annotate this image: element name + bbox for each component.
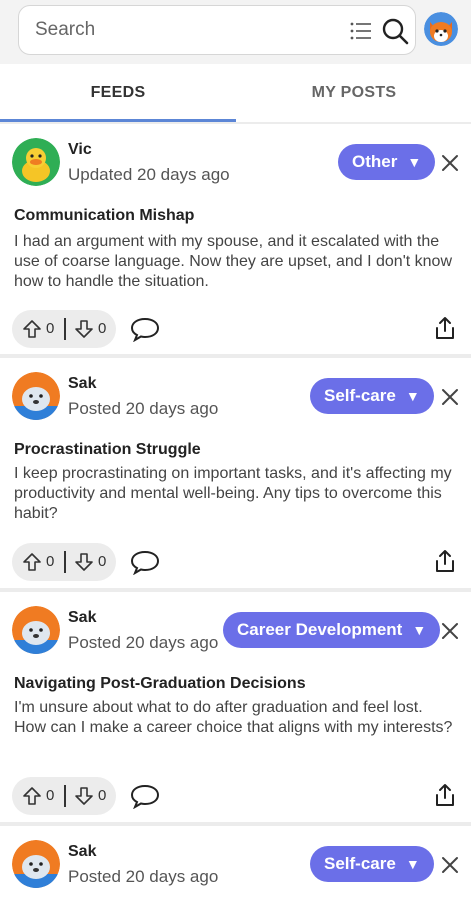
upvote-count: 0 — [46, 787, 55, 804]
upvote-arrow-icon[interactable] — [22, 552, 42, 572]
post-timestamp: Updated 20 days ago — [68, 165, 230, 184]
comment-icon[interactable] — [130, 549, 160, 575]
caret-down-icon: ▼ — [405, 388, 420, 404]
close-icon[interactable] — [440, 153, 460, 173]
downvote-count: 0 — [98, 553, 107, 570]
search-icon[interactable] — [381, 17, 409, 45]
post-title: Navigating Post-Graduation Decisions — [14, 675, 306, 692]
vote-divider — [64, 551, 66, 573]
post-author: Sak — [68, 375, 97, 392]
search-bar[interactable]: Search — [18, 5, 416, 55]
post-timestamp: Posted 20 days ago — [68, 399, 219, 418]
share-icon[interactable] — [434, 783, 456, 807]
comment-icon[interactable] — [130, 783, 160, 809]
profile-avatar-icon[interactable] — [424, 12, 458, 46]
close-icon[interactable] — [440, 855, 460, 875]
close-icon[interactable] — [440, 621, 460, 641]
vote-control: 0 0 — [12, 310, 116, 348]
filter-list-icon[interactable] — [349, 19, 373, 43]
downvote-arrow-icon[interactable] — [74, 552, 94, 572]
category-label: Self-care — [324, 386, 396, 405]
category-dropdown[interactable]: Career Development ▼ — [223, 612, 441, 648]
tab-feeds[interactable]: FEEDS — [0, 64, 236, 122]
upvote-arrow-icon[interactable] — [22, 786, 42, 806]
seal-avatar-icon — [12, 372, 60, 420]
seal-avatar-icon — [12, 606, 60, 654]
post-card[interactable]: Sak Posted 20 days ago Self-care ▼ — [0, 826, 471, 900]
post-body: I keep procrastinating on important task… — [14, 465, 452, 522]
downvote-arrow-icon[interactable] — [74, 319, 94, 339]
post-card[interactable]: Sak Posted 20 days ago Career Developmen… — [0, 592, 471, 822]
post-author: Sak — [68, 609, 97, 626]
downvote-arrow-icon[interactable] — [74, 786, 94, 806]
caret-down-icon: ▼ — [405, 856, 420, 872]
caret-down-icon: ▼ — [407, 154, 422, 170]
vote-control: 0 0 — [12, 543, 116, 581]
category-label: Other — [352, 152, 398, 171]
post-card[interactable]: Sak Posted 20 days ago Self-care ▼ Procra… — [0, 358, 471, 588]
share-icon[interactable] — [434, 316, 456, 340]
category-label: Self-care — [324, 854, 396, 873]
upvote-count: 0 — [46, 320, 55, 337]
caret-down-icon: ▼ — [412, 622, 427, 638]
post-title: Procrastination Struggle — [14, 441, 201, 458]
post-card[interactable]: Vic Updated 20 days ago Other ▼ Communica… — [0, 124, 471, 354]
vote-control: 0 0 — [12, 777, 116, 815]
post-body: I'm unsure about what to do after gradua… — [14, 699, 453, 736]
tab-bar: FEEDS MY POSTS — [0, 64, 471, 122]
post-author: Vic — [68, 141, 92, 158]
active-tab-indicator — [0, 119, 236, 122]
duck-avatar-icon — [12, 138, 60, 186]
comment-icon[interactable] — [130, 316, 160, 342]
close-icon[interactable] — [440, 387, 460, 407]
downvote-count: 0 — [98, 320, 107, 337]
vote-divider — [64, 785, 66, 807]
category-dropdown[interactable]: Self-care ▼ — [310, 378, 434, 414]
post-title: Communication Mishap — [14, 207, 195, 224]
tab-my-posts[interactable]: MY POSTS — [236, 64, 471, 122]
upvote-arrow-icon[interactable] — [22, 319, 42, 339]
category-dropdown[interactable]: Other ▼ — [338, 144, 436, 180]
seal-avatar-icon — [12, 840, 60, 888]
post-body: I had an argument with my spouse, and it… — [14, 233, 452, 290]
upvote-count: 0 — [46, 553, 55, 570]
category-label: Career Development — [237, 620, 403, 639]
top-bar: Search — [0, 0, 471, 64]
share-icon[interactable] — [434, 549, 456, 573]
downvote-count: 0 — [98, 787, 107, 804]
post-author: Sak — [68, 843, 97, 860]
search-input[interactable]: Search — [35, 19, 95, 41]
category-dropdown[interactable]: Self-care ▼ — [310, 846, 434, 882]
post-timestamp: Posted 20 days ago — [68, 867, 219, 886]
vote-divider — [64, 318, 66, 340]
post-timestamp: Posted 20 days ago — [68, 633, 219, 652]
